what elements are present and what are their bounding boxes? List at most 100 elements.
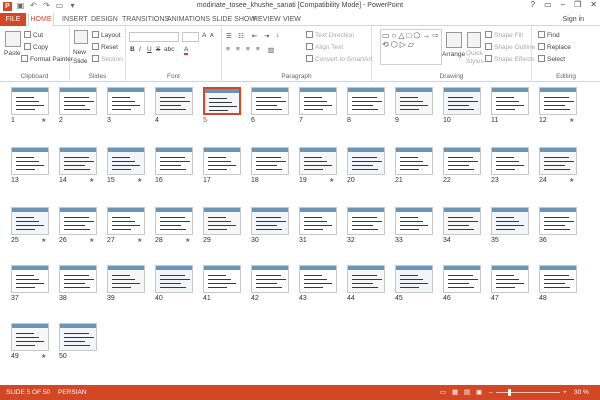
slide-preview[interactable] bbox=[395, 265, 433, 293]
zoom-slider[interactable] bbox=[496, 392, 560, 393]
line-spacing-icon[interactable]: ↕ bbox=[276, 32, 279, 39]
slide-preview[interactable] bbox=[11, 87, 49, 115]
slide-preview[interactable] bbox=[11, 207, 49, 235]
align-center-icon[interactable]: ≡ bbox=[236, 46, 240, 53]
slide-preview[interactable] bbox=[539, 147, 577, 175]
slide-preview[interactable] bbox=[347, 265, 385, 293]
slide-preview[interactable] bbox=[11, 265, 49, 293]
slide-preview[interactable] bbox=[107, 87, 145, 115]
shape-effects-button[interactable]: Shape Effects bbox=[485, 55, 534, 63]
replace-button[interactable]: Replace bbox=[538, 43, 571, 51]
paste-button[interactable]: Paste bbox=[4, 50, 21, 57]
minimize-button[interactable]: – bbox=[561, 0, 565, 9]
tab-home[interactable]: HOME bbox=[28, 13, 54, 27]
slide-preview[interactable] bbox=[203, 207, 241, 235]
slide-preview[interactable] bbox=[443, 147, 481, 175]
slide-preview[interactable] bbox=[395, 147, 433, 175]
italic-button[interactable]: I bbox=[139, 46, 141, 53]
paste-icon[interactable] bbox=[5, 31, 21, 47]
tab-design[interactable]: DESIGN bbox=[91, 13, 118, 26]
section-button[interactable]: Section bbox=[92, 55, 123, 63]
slideshow-view-icon[interactable]: ▣ bbox=[476, 385, 482, 400]
grow-font-button[interactable]: A bbox=[202, 32, 206, 39]
new-slide-button[interactable]: New Slide bbox=[73, 48, 93, 66]
help-button[interactable]: ? bbox=[531, 0, 535, 9]
bold-button[interactable]: B bbox=[130, 46, 135, 53]
slide-preview[interactable] bbox=[251, 207, 289, 235]
slide-preview[interactable] bbox=[251, 147, 289, 175]
quick-styles-icon[interactable] bbox=[467, 32, 481, 48]
slide-sorter-view-icon[interactable]: ▦ bbox=[452, 385, 458, 400]
decrease-indent-icon[interactable]: ⇤ bbox=[252, 32, 257, 40]
slide-preview[interactable] bbox=[155, 87, 193, 115]
slide-preview[interactable] bbox=[299, 265, 337, 293]
font-size-combo[interactable] bbox=[182, 32, 199, 42]
slide-preview[interactable] bbox=[203, 147, 241, 175]
slide-preview[interactable] bbox=[155, 147, 193, 175]
tab-transitions[interactable]: TRANSITIONS bbox=[122, 13, 169, 26]
shadow-button[interactable]: abc bbox=[164, 46, 174, 53]
zoom-out-button[interactable]: – bbox=[489, 385, 493, 400]
zoom-level[interactable]: 30 % bbox=[574, 385, 589, 400]
tab-view[interactable]: VIEW bbox=[283, 13, 301, 26]
slide-preview[interactable] bbox=[395, 207, 433, 235]
align-right-icon[interactable]: ≡ bbox=[246, 46, 250, 53]
ribbon-display-icon[interactable]: ▭ bbox=[544, 0, 552, 9]
shrink-font-button[interactable]: A bbox=[210, 33, 214, 39]
slide-preview[interactable] bbox=[59, 323, 97, 351]
slide-preview[interactable] bbox=[59, 207, 97, 235]
slide-preview[interactable] bbox=[443, 265, 481, 293]
text-direction-button[interactable]: Text Direction bbox=[306, 31, 354, 39]
copy-button[interactable]: Copy bbox=[24, 43, 48, 51]
restore-button[interactable]: ❐ bbox=[574, 0, 581, 9]
slide-preview[interactable] bbox=[539, 265, 577, 293]
tab-review[interactable]: REVIEW bbox=[253, 13, 281, 26]
slide-preview[interactable] bbox=[491, 207, 529, 235]
slide-preview[interactable] bbox=[155, 265, 193, 293]
reading-view-icon[interactable]: ▤ bbox=[464, 385, 470, 400]
language-indicator[interactable]: PERSIAN bbox=[58, 385, 87, 400]
align-text-button[interactable]: Align Text bbox=[306, 43, 343, 51]
shape-fill-button[interactable]: Shape Fill bbox=[485, 31, 523, 39]
columns-icon[interactable]: ▥ bbox=[268, 46, 274, 54]
layout-button[interactable]: Layout bbox=[92, 31, 121, 39]
cut-button[interactable]: Cut bbox=[24, 31, 43, 39]
quick-styles-button[interactable]: Quick Styles bbox=[466, 50, 484, 66]
tab-slideshow[interactable]: SLIDE SHOW bbox=[212, 13, 256, 26]
sign-in-link[interactable]: Sign in bbox=[563, 13, 584, 26]
normal-view-icon[interactable]: ▭ bbox=[440, 385, 446, 400]
slide-preview[interactable] bbox=[347, 87, 385, 115]
slide-preview[interactable] bbox=[11, 323, 49, 351]
slide-preview[interactable] bbox=[491, 147, 529, 175]
slide-preview[interactable] bbox=[59, 265, 97, 293]
close-button[interactable]: ✕ bbox=[590, 0, 597, 9]
select-button[interactable]: Select bbox=[538, 55, 565, 63]
shapes-gallery[interactable]: ▭○△□⬠→⇨↳◻⌒☆{}⟲⬡▷▱ bbox=[380, 29, 442, 65]
slide-preview[interactable] bbox=[107, 265, 145, 293]
slide-preview[interactable] bbox=[299, 87, 337, 115]
slide-preview[interactable] bbox=[347, 147, 385, 175]
slide-preview[interactable] bbox=[299, 147, 337, 175]
zoom-slider-thumb[interactable] bbox=[508, 389, 511, 396]
slide-preview[interactable] bbox=[443, 207, 481, 235]
slide-preview[interactable] bbox=[251, 87, 289, 115]
slide-preview[interactable] bbox=[251, 265, 289, 293]
tab-insert[interactable]: INSERT bbox=[62, 13, 88, 26]
slide-preview[interactable] bbox=[539, 87, 577, 115]
font-color-icon[interactable]: A bbox=[184, 46, 189, 55]
shape-outline-button[interactable]: Shape Outline bbox=[485, 43, 535, 51]
font-name-combo[interactable] bbox=[129, 32, 179, 42]
slide-preview[interactable] bbox=[155, 207, 193, 235]
slide-preview[interactable] bbox=[203, 265, 241, 293]
slide-preview[interactable] bbox=[107, 147, 145, 175]
numbering-icon[interactable]: ☷ bbox=[238, 32, 244, 40]
align-left-icon[interactable]: ≡ bbox=[226, 46, 230, 53]
format-painter-button[interactable]: Format Painter bbox=[21, 55, 73, 63]
tab-animations[interactable]: ANIMATIONS bbox=[167, 13, 210, 26]
arrange-button[interactable]: Arrange bbox=[442, 51, 465, 58]
slide-preview[interactable] bbox=[491, 265, 529, 293]
slide-preview[interactable] bbox=[59, 147, 97, 175]
convert-smartart-button[interactable]: Convert to SmartArt bbox=[306, 55, 372, 63]
tab-file[interactable]: FILE bbox=[0, 13, 26, 26]
slide-preview[interactable] bbox=[299, 207, 337, 235]
